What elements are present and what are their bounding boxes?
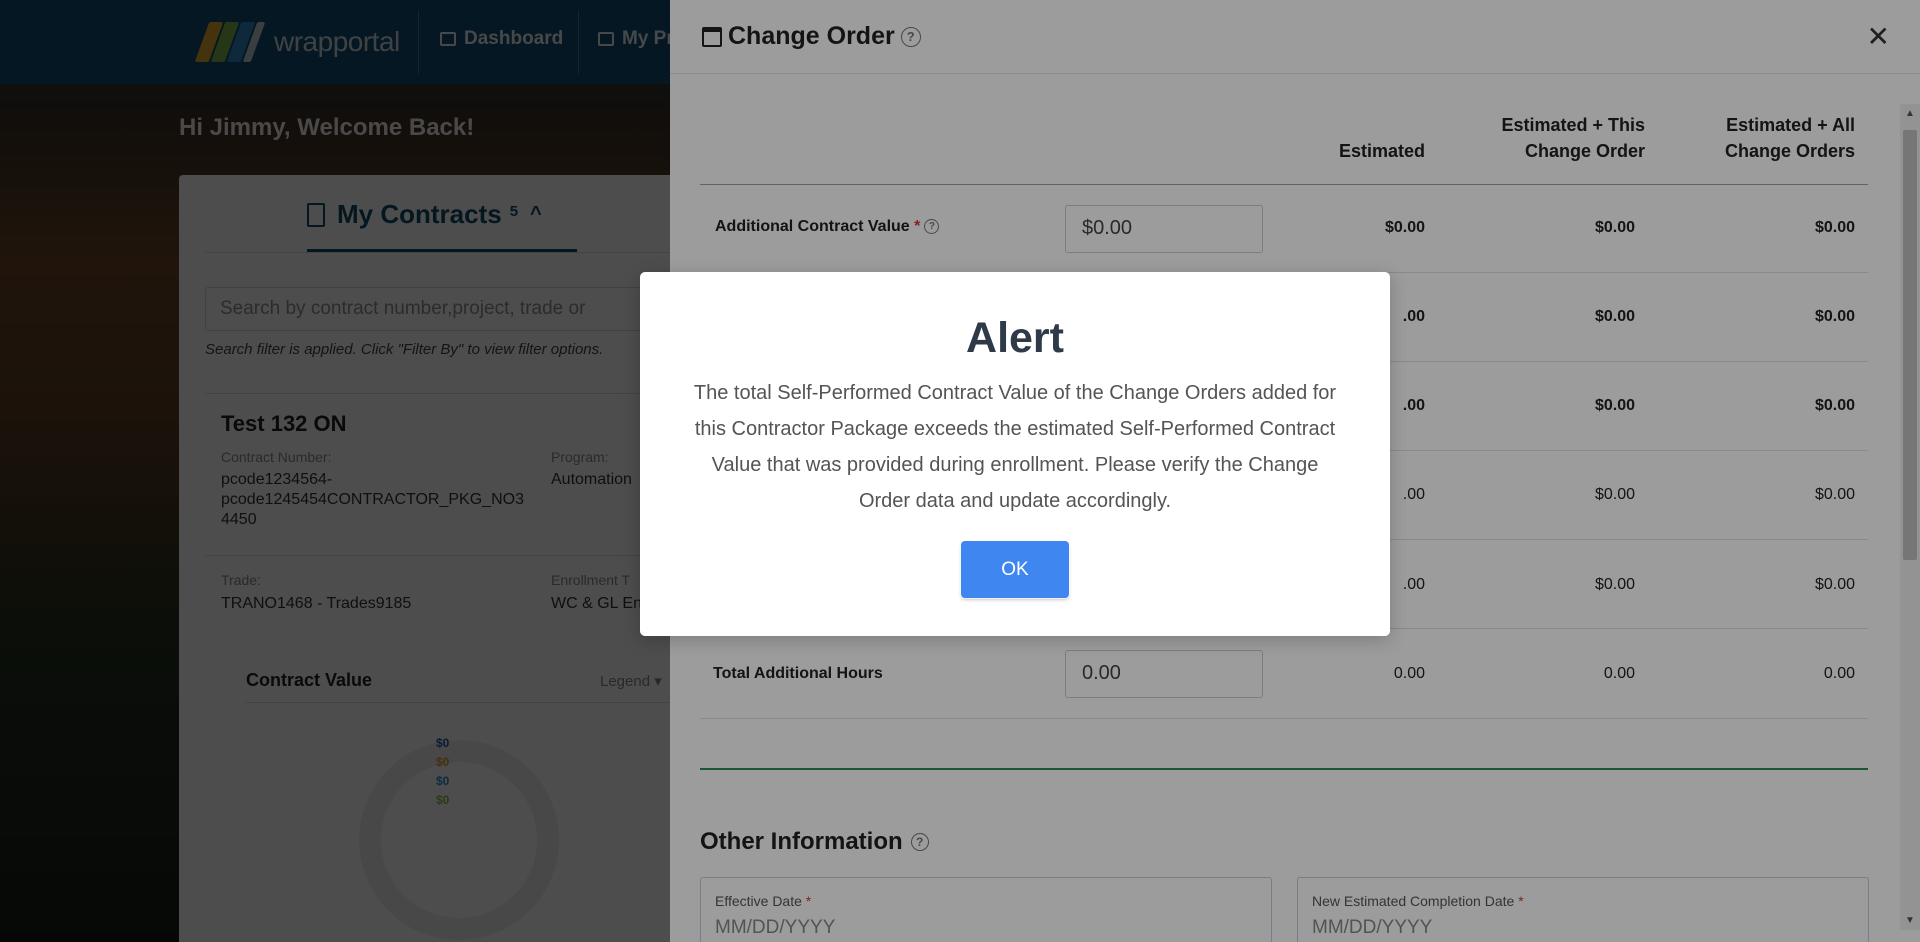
alert-title: Alert — [966, 314, 1064, 362]
ok-button[interactable]: OK — [961, 541, 1069, 598]
alert-message: The total Self-Performed Contract Value … — [693, 382, 1337, 512]
alert-dialog: Alert The total Self-Performed Contract … — [640, 272, 1390, 636]
